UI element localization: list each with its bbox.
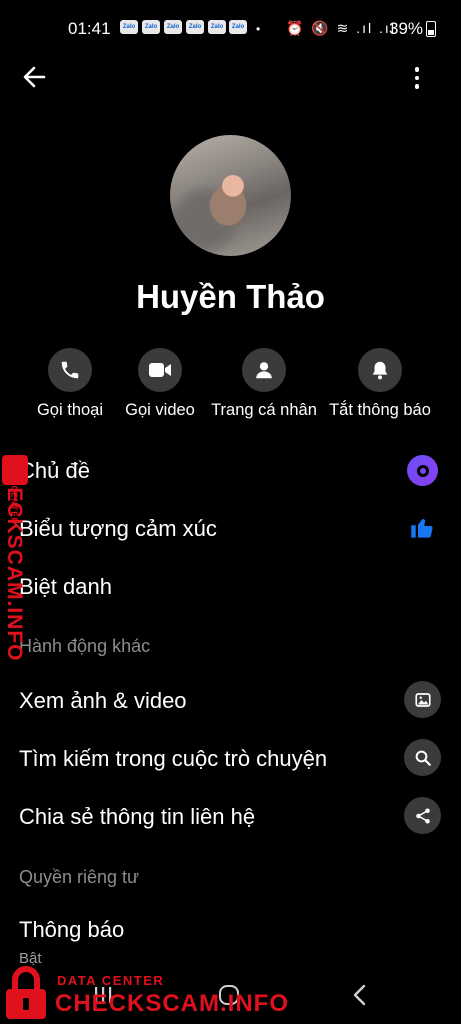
video-call-label: Gọi video [125,401,195,419]
bell-icon [372,361,388,380]
phone-icon [61,361,79,379]
video-call-button[interactable] [138,348,182,392]
search-icon [415,750,431,766]
battery-percent: 39% [389,19,424,38]
nickname-row[interactable]: Biệt danh [19,574,112,600]
search-in-conversation-button[interactable] [404,739,441,776]
emoji-row[interactable]: Biểu tượng cảm xúc [19,516,217,542]
battery-icon [426,21,436,37]
voice-call-label: Gọi thoại [36,401,104,419]
theme-icon [407,455,438,486]
zalo-notification-icon: Zalo [186,20,204,34]
person-icon [256,362,272,379]
mute-notifications-button[interactable] [358,348,402,392]
image-icon [414,692,431,707]
zalo-notification-icon: Zalo [164,20,182,34]
view-media-button[interactable] [404,681,441,718]
search-in-conversation-row[interactable]: Tìm kiếm trong cuộc trò chuyện [19,746,327,772]
profile-page-button[interactable] [242,348,286,392]
more-notifications-dot: • [256,22,261,36]
zalo-notification-icon: Zalo [229,20,247,34]
status-bar: 01:41 Zalo Zalo Zalo Zalo Zalo Zalo • ⏰ … [0,0,461,58]
video-icon [149,363,171,377]
back-button[interactable] [18,60,52,94]
theme-row[interactable]: Chủ đề [19,458,90,484]
watermark-vertical-sub: DATA CENTER [9,457,19,525]
mute-notifications-label: Tắt thông báo [329,401,431,419]
share-contact-button[interactable] [404,797,441,834]
voice-call-button[interactable] [48,348,92,392]
profile-page-label: Trang cá nhân [211,401,317,419]
share-contact-row[interactable]: Chia sẻ thông tin liên hệ [19,804,255,830]
zalo-notification-icon: Zalo [120,20,138,34]
watermark-bottom-sub: DATA CENTER [57,973,165,988]
more-actions-section-title: Hành động khác [19,636,151,656]
profile-avatar[interactable] [170,135,291,256]
arrow-left-icon [23,66,46,88]
privacy-section-title: Quyền riêng tư [19,867,140,887]
watermark-vertical: CHECKSCAM.INFO DATA CENTER [2,455,28,680]
profile-name: Huyền Thảo [136,278,325,315]
more-options-button[interactable] [403,62,431,94]
thumbs-up-icon [411,518,433,538]
more-vertical-icon [414,67,420,72]
zalo-notification-icon: Zalo [208,20,226,34]
system-status-icons: ⏰ 🔇 ≋ .ıl .ıl [286,20,396,36]
view-media-row[interactable]: Xem ảnh & video [19,688,187,714]
notifications-row[interactable]: Thông báo [19,917,124,943]
share-icon [415,808,430,823]
zalo-notification-icon: Zalo [142,20,160,34]
system-back-button[interactable] [350,983,370,1007]
watermark-bottom-main: CHECKSCAM.INFO [55,990,289,1017]
status-time: 01:41 [68,19,111,38]
watermark-padlock-icon [6,966,46,1019]
